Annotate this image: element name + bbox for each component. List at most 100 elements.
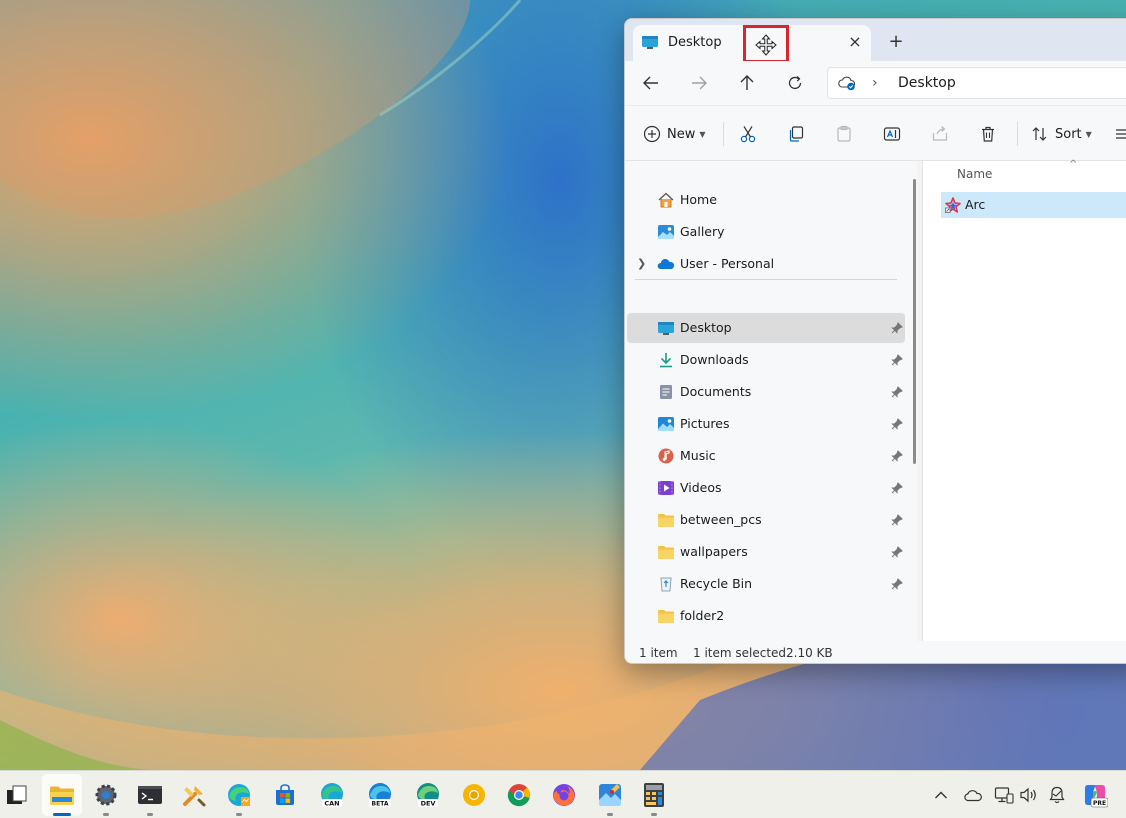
copilot-icon: PRE: [1085, 785, 1108, 808]
taskbar-calculator[interactable]: [640, 781, 668, 809]
taskbar-store[interactable]: [271, 781, 299, 809]
nav-item-label: Pictures: [680, 416, 730, 431]
terminal-icon: [138, 786, 162, 804]
address-bar[interactable]: › Desktop: [827, 67, 1126, 99]
nav-item-home[interactable]: Home: [627, 185, 905, 215]
nav-item-documents[interactable]: Documents: [627, 377, 905, 407]
documents-icon: [657, 384, 675, 400]
calculator-icon: [644, 783, 664, 807]
nav-item-recycle-bin[interactable]: Recycle Bin: [627, 569, 905, 599]
file-explorer-window: Desktop × + › Desktop New ▼ Sort ▼ Home …: [624, 18, 1126, 664]
start-button[interactable]: [2, 781, 30, 809]
pin-icon: [891, 450, 903, 462]
refresh-icon: [788, 76, 802, 90]
delete-button[interactable]: [979, 122, 997, 146]
ethernet-icon: [994, 787, 1014, 804]
forward-button[interactable]: [685, 71, 713, 95]
rename-button[interactable]: [883, 122, 901, 146]
edge-beta-icon: BETA: [369, 783, 391, 808]
pin-icon: [891, 514, 903, 526]
chevron-down-icon: ▼: [699, 129, 706, 139]
arrow-up-icon: [740, 75, 754, 90]
close-tab-button[interactable]: ×: [845, 32, 865, 52]
edge-canary-icon: CAN: [321, 783, 343, 808]
tray-copilot[interactable]: PRE: [1082, 782, 1108, 808]
nav-item-desktop[interactable]: Desktop: [627, 313, 905, 343]
move-cursor-icon: [755, 34, 777, 56]
refresh-button[interactable]: [781, 71, 809, 95]
cloud-sync-icon: [838, 75, 856, 94]
copy-button[interactable]: [787, 122, 805, 146]
sort-icon: [1032, 127, 1047, 141]
chevron-right-icon[interactable]: ❯: [637, 257, 646, 270]
sort-button[interactable]: Sort ▼: [1031, 122, 1092, 146]
taskbar-chrome-canary[interactable]: [460, 781, 488, 809]
tab-desktop[interactable]: Desktop ×: [633, 25, 871, 63]
nav-item-between-pcs[interactable]: between_pcs: [627, 505, 905, 535]
music-icon: [657, 448, 675, 464]
back-button[interactable]: [637, 71, 665, 95]
taskbar-chrome[interactable]: [505, 781, 533, 809]
command-divider: [723, 122, 724, 146]
nav-item-wallpapers[interactable]: wallpapers: [627, 537, 905, 567]
view-button[interactable]: [1115, 122, 1126, 146]
breadcrumb-separator: ›: [872, 75, 878, 91]
taskbar-edge-dev[interactable]: DEV: [414, 781, 442, 809]
pin-icon: [891, 546, 903, 558]
taskbar-settings[interactable]: [92, 781, 120, 809]
title-bar[interactable]: Desktop × +: [625, 19, 1126, 63]
scissors-icon: [740, 126, 756, 143]
nav-item-label: between_pcs: [680, 512, 762, 527]
paste-button[interactable]: [835, 122, 853, 146]
nav-item-folder2[interactable]: folder2: [627, 601, 905, 631]
taskbar-edge-beta[interactable]: BETA: [366, 781, 394, 809]
nav-item-label: folder2: [680, 608, 725, 623]
command-bar: New ▼ Sort ▼: [625, 105, 1126, 161]
taskbar-file-explorer[interactable]: [48, 781, 76, 809]
status-size: 2.10 KB: [786, 646, 833, 660]
taskbar-edge[interactable]: [225, 781, 253, 809]
store-icon: [276, 784, 294, 805]
nav-item-downloads[interactable]: Downloads: [627, 345, 905, 375]
taskbar-terminal[interactable]: [136, 781, 164, 809]
nav-item-pictures[interactable]: Pictures: [627, 409, 905, 439]
file-row-arc[interactable]: Arc: [941, 192, 1126, 218]
cloud-icon: [964, 790, 982, 802]
taskbar-tools[interactable]: [180, 781, 208, 809]
edge-canary-badge: CAN: [324, 800, 339, 808]
tab-label: Desktop: [668, 35, 722, 50]
taskbar-paint[interactable]: [596, 781, 624, 809]
pin-icon: [891, 418, 903, 430]
nav-item-label: Downloads: [680, 352, 749, 367]
nav-item-gallery[interactable]: Gallery: [627, 217, 905, 247]
nav-item-videos[interactable]: Videos: [627, 473, 905, 503]
nav-item-label: Home: [680, 192, 717, 207]
start-icon: [7, 785, 27, 804]
cut-button[interactable]: [739, 122, 757, 146]
show-hidden-icons-button[interactable]: [931, 785, 951, 805]
nav-item-music[interactable]: Music: [627, 441, 905, 471]
nav-pane-scrollbar[interactable]: [913, 179, 916, 464]
new-tab-button[interactable]: +: [885, 31, 907, 53]
chrome-canary-icon: [463, 784, 485, 806]
breadcrumb-desktop[interactable]: Desktop: [898, 75, 956, 91]
nav-item-label: Documents: [680, 384, 752, 399]
tray-notifications[interactable]: [1047, 785, 1067, 805]
tray-network[interactable]: [994, 785, 1014, 805]
nav-item-label: Videos: [680, 480, 722, 495]
up-button[interactable]: [733, 71, 761, 95]
nav-item-label: Desktop: [680, 320, 732, 335]
pin-icon: [891, 386, 903, 398]
edge-beta-badge: BETA: [372, 801, 389, 808]
tray-volume[interactable]: [1019, 785, 1039, 805]
column-header-name[interactable]: Name: [957, 167, 992, 181]
nav-item-onedrive[interactable]: ❯ User - Personal: [627, 249, 905, 279]
taskbar: CAN BETA DEV PRE: [0, 770, 1126, 818]
share-button[interactable]: [931, 122, 949, 146]
new-button[interactable]: New ▼: [643, 122, 706, 146]
running-app-indicator: [147, 813, 153, 816]
trash-icon: [982, 126, 994, 142]
taskbar-firefox[interactable]: [550, 781, 578, 809]
tray-onedrive[interactable]: [963, 785, 983, 805]
taskbar-edge-canary[interactable]: CAN: [318, 781, 346, 809]
